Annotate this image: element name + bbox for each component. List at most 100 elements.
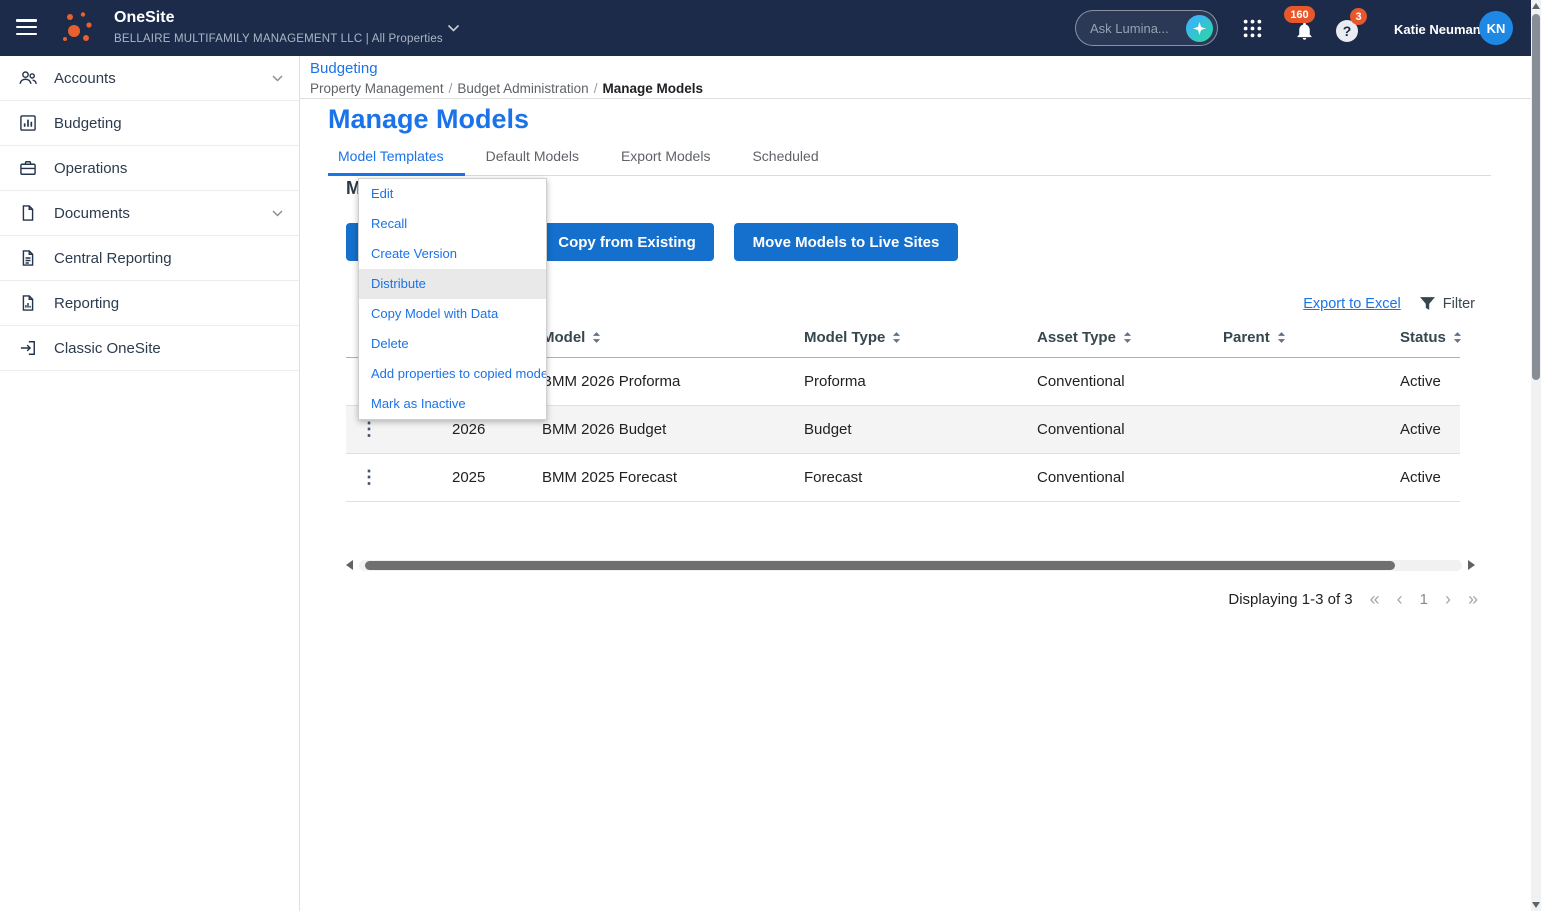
scroll-left-arrow-icon[interactable] — [346, 560, 353, 570]
column-label: Parent — [1223, 329, 1270, 346]
org-label[interactable]: BELLAIRE MULTIFAMILY MANAGEMENT LLC | Al… — [114, 33, 443, 45]
row-actions-kebab-icon[interactable]: ⋮ — [358, 419, 378, 439]
column-label: Model Type — [804, 329, 885, 346]
sidebar-item-accounts[interactable]: Accounts — [0, 56, 299, 101]
filter-icon — [1419, 296, 1436, 312]
user-avatar[interactable]: KN — [1479, 11, 1513, 45]
breadcrumb-item[interactable]: Budget Administration — [457, 81, 588, 96]
cell-parent — [1211, 357, 1388, 405]
column-label: Model — [542, 329, 585, 346]
tab-scheduled[interactable]: Scheduled — [731, 148, 839, 175]
sort-icon — [592, 331, 601, 344]
ask-lumina-search[interactable] — [1075, 10, 1218, 46]
cell-status: Active — [1388, 357, 1460, 405]
column-label: Status — [1400, 329, 1446, 346]
header-model[interactable]: Model — [530, 318, 792, 357]
row-context-menu: Edit Recall Create Version Distribute Co… — [358, 178, 547, 420]
header-asset-type[interactable]: Asset Type — [1025, 318, 1211, 357]
horizontal-scroll-thumb[interactable] — [365, 561, 1395, 570]
cell-parent — [1211, 453, 1388, 501]
bar-chart-icon — [18, 113, 38, 133]
breadcrumb-path: Property Management /Budget Administratio… — [310, 81, 703, 96]
menu-item-add-properties[interactable]: Add properties to copied model — [359, 359, 546, 389]
sidebar-item-operations[interactable]: Operations — [0, 146, 299, 191]
sort-icon — [1453, 331, 1462, 344]
chevron-down-icon — [272, 75, 283, 82]
sidebar-item-label: Budgeting — [54, 115, 122, 132]
help-button[interactable]: ? 3 — [1334, 4, 1374, 52]
chevron-down-icon[interactable] — [447, 24, 460, 32]
sidebar-item-reporting[interactable]: Reporting — [0, 281, 299, 326]
scroll-up-arrow-icon[interactable] — [1532, 3, 1540, 9]
tab-model-templates[interactable]: Model Templates — [328, 148, 465, 176]
menu-item-create-version[interactable]: Create Version — [359, 239, 546, 269]
vertical-scroll-thumb[interactable] — [1532, 14, 1540, 380]
header-status[interactable]: Status — [1388, 318, 1460, 357]
sidebar-item-classic-onesite[interactable]: Classic OneSite — [0, 326, 299, 371]
breadcrumb-item[interactable]: Property Management — [310, 81, 444, 96]
export-to-excel-link[interactable]: Export to Excel — [1303, 296, 1401, 312]
last-page-icon[interactable]: » — [1468, 590, 1478, 608]
report-lines-icon — [18, 248, 38, 268]
breadcrumb-separator: / — [589, 81, 603, 96]
exit-arrow-icon — [18, 338, 38, 358]
menu-item-distribute[interactable]: Distribute — [359, 269, 546, 299]
cell-model-type: Budget — [792, 405, 1025, 453]
pagination-summary: Displaying 1-3 of 3 — [1228, 591, 1352, 608]
document-icon — [18, 203, 38, 223]
breadcrumb-current: Manage Models — [602, 81, 703, 96]
current-page-number[interactable]: 1 — [1420, 591, 1428, 608]
menu-item-recall[interactable]: Recall — [359, 209, 546, 239]
cell-asset-type: Conventional — [1025, 357, 1211, 405]
cell-asset-type: Conventional — [1025, 405, 1211, 453]
header-parent[interactable]: Parent — [1211, 318, 1388, 357]
tab-default-models[interactable]: Default Models — [465, 148, 600, 175]
move-models-button[interactable]: Move Models to Live Sites — [734, 223, 958, 261]
next-page-icon[interactable]: › — [1445, 590, 1451, 608]
tab-label: Model Templates — [338, 148, 444, 164]
previous-page-icon[interactable]: ‹ — [1397, 590, 1403, 608]
menu-item-copy-model-with-data[interactable]: Copy Model with Data — [359, 299, 546, 329]
menu-item-delete[interactable]: Delete — [359, 329, 546, 359]
notifications-button[interactable]: 160 — [1284, 4, 1330, 52]
cell-model: BMM 2025 Forecast — [530, 453, 792, 501]
row-actions-kebab-icon[interactable]: ⋮ — [358, 467, 378, 487]
filter-button[interactable]: Filter — [1419, 296, 1475, 312]
cell-model-type: Forecast — [792, 453, 1025, 501]
breadcrumb-module-link[interactable]: Budgeting — [310, 60, 378, 77]
sidebar-item-central-reporting[interactable]: Central Reporting — [0, 236, 299, 281]
tab-label: Default Models — [486, 148, 579, 164]
main-content: Budgeting Property Management /Budget Adm… — [300, 56, 1531, 911]
first-page-icon[interactable]: « — [1370, 590, 1380, 608]
app-launcher-icon[interactable] — [1243, 19, 1262, 38]
bell-icon — [1294, 20, 1315, 42]
sidebar-item-documents[interactable]: Documents — [0, 191, 299, 236]
menu-item-mark-inactive[interactable]: Mark as Inactive — [359, 389, 546, 419]
sidebar-item-budgeting[interactable]: Budgeting — [0, 101, 299, 146]
sidebar-item-label: Central Reporting — [54, 250, 172, 267]
scroll-right-arrow-icon[interactable] — [1468, 560, 1475, 570]
sidebar-item-label: Classic OneSite — [54, 340, 161, 357]
sidebar-item-label: Operations — [54, 160, 127, 177]
sidebar-item-label: Documents — [54, 205, 130, 222]
cell-status: Active — [1388, 453, 1460, 501]
sidebar: Accounts Budgeting Operations Documents … — [0, 56, 300, 911]
menu-item-edit[interactable]: Edit — [359, 179, 546, 209]
app-title: OneSite — [114, 9, 174, 27]
tab-export-models[interactable]: Export Models — [600, 148, 731, 175]
scroll-down-arrow-icon[interactable] — [1532, 902, 1540, 908]
tab-label: Export Models — [621, 148, 710, 164]
cell-parent — [1211, 405, 1388, 453]
tab-bar: Model Templates Default Models Export Mo… — [328, 148, 1491, 176]
lumina-sparkle-icon[interactable] — [1186, 15, 1213, 42]
sidebar-item-label: Reporting — [54, 295, 119, 312]
header-model-type[interactable]: Model Type — [792, 318, 1025, 357]
cell-model-type: Proforma — [792, 357, 1025, 405]
horizontal-scrollbar — [346, 558, 1475, 572]
hamburger-menu-icon[interactable] — [16, 19, 38, 37]
vertical-scrollbar[interactable] — [1531, 0, 1541, 911]
user-name: Katie Neuman — [1394, 22, 1481, 37]
horizontal-scroll-track[interactable] — [359, 560, 1462, 571]
copy-from-existing-button[interactable]: Copy from Existing — [540, 223, 714, 261]
search-input[interactable] — [1090, 11, 1182, 45]
